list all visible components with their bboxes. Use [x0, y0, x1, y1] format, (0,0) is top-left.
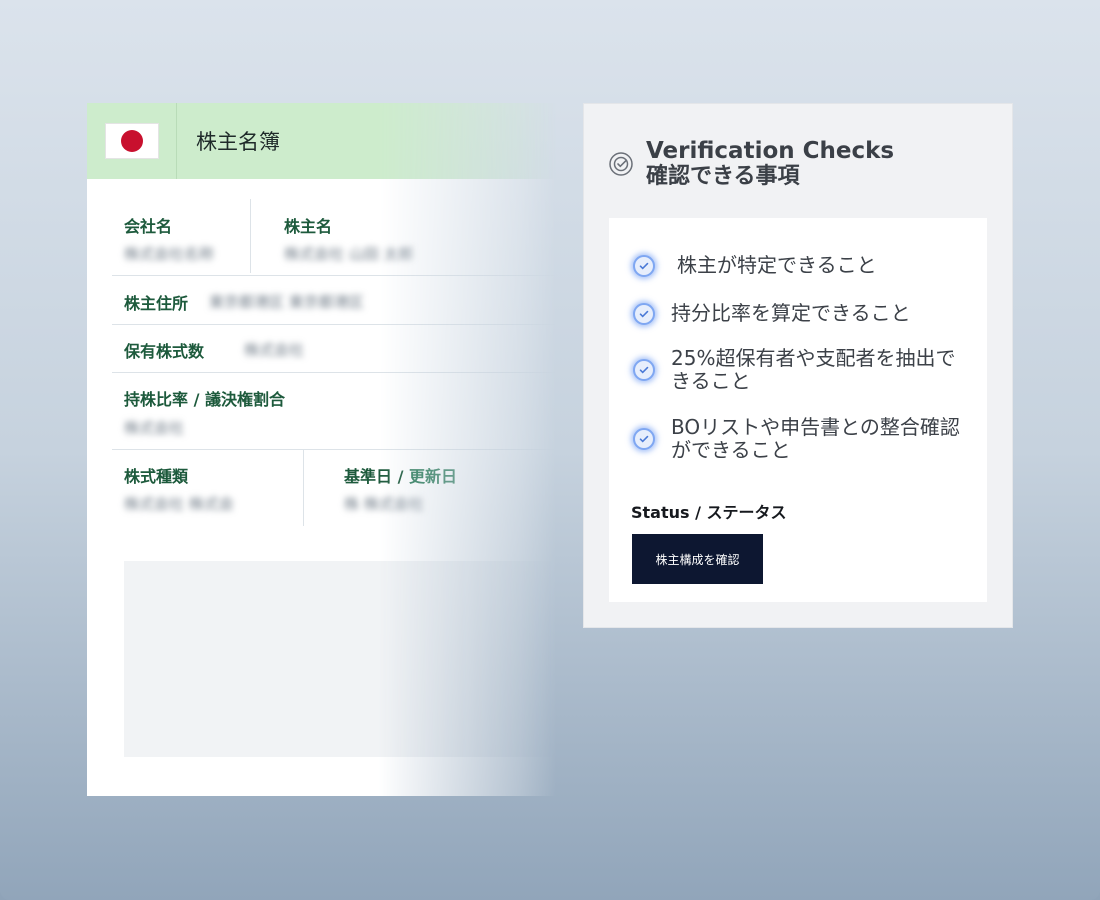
shares-held-value: 株式会社: [244, 341, 305, 359]
row-separator: [112, 275, 557, 276]
shareholder-address-label: 株主住所: [124, 294, 189, 313]
check-circle-icon: [633, 302, 655, 325]
share-type-label: 株式種類: [124, 467, 189, 486]
check-item-label: 株主が特定できること: [677, 253, 877, 277]
verification-panel: Verification Checks 確認できる事項 株主が特定できること 持…: [583, 103, 1013, 628]
check-item: 25%超保有者や支配者を抽出できること: [633, 347, 961, 393]
row-separator: [112, 372, 557, 373]
flag-cell: [87, 103, 177, 179]
company-name-label: 会社名: [124, 217, 173, 236]
check-circle-icon: [633, 428, 655, 450]
check-item: 持分比率を算定できること: [633, 302, 961, 325]
check-item-label: BOリストや申告書との整合確認ができること: [671, 415, 960, 462]
row-separator: [112, 449, 557, 450]
check-circle-icon: [633, 359, 655, 381]
shareholder-registry-card: 株主名簿 会社名 株式会社名称 株主名 株式会社 山田 太郎 株主住所 東京都港…: [87, 103, 557, 796]
status-label: Status / ステータス: [631, 503, 787, 522]
verification-content: 株主が特定できること 持分比率を算定できること 25%超保有者や支配者を抽出でき…: [609, 218, 987, 602]
check-item-label: 持分比率を算定できること: [671, 301, 911, 325]
shareholder-name-value: 株式会社 山田 太郎: [284, 245, 414, 263]
confirm-shareholder-structure-button[interactable]: 株主構成を確認: [632, 534, 763, 584]
shareholder-address-value: 東京都港区 東京都港区: [209, 293, 364, 311]
row-separator: [112, 324, 557, 325]
check-circle-icon: [633, 254, 655, 277]
check-item-label: 25%超保有者や支配者を抽出できること: [671, 346, 956, 393]
base-date-label-text: 基準日 /: [344, 467, 404, 486]
base-date-value: 株 株式会社: [344, 495, 424, 513]
check-item: BOリストや申告書との整合確認ができること: [633, 416, 961, 462]
registry-title: 株主名簿: [196, 130, 280, 154]
row5-divider: [303, 450, 304, 526]
background-stage: 株主名簿 会社名 株式会社名称 株主名 株式会社 山田 太郎 株主住所 東京都港…: [0, 0, 1100, 900]
shareholder-name-label: 株主名: [284, 217, 333, 236]
ownership-ratio-value: 株式会社: [124, 419, 185, 437]
update-date-label-text: 更新日: [409, 467, 458, 486]
radar-check-icon: [609, 152, 633, 176]
verification-title-ja: 確認できる事項: [646, 164, 800, 189]
check-item: 株主が特定できること: [633, 254, 967, 277]
company-name-value: 株式会社名称: [124, 245, 215, 263]
ownership-ratio-label: 持株比率 / 議決権割合: [124, 390, 285, 409]
verification-header: Verification Checks 確認できる事項: [608, 138, 894, 190]
japan-flag-icon: [105, 124, 158, 158]
share-type-value: 株式会社 株式会: [124, 495, 234, 513]
document-preview-area: [124, 561, 557, 757]
registry-header: 株主名簿: [87, 103, 557, 179]
row1-divider: [250, 199, 251, 273]
shares-held-label: 保有株式数: [124, 342, 205, 361]
verification-title-group: Verification Checks 確認できる事項: [646, 138, 894, 190]
base-date-label: 基準日 / 更新日: [344, 463, 457, 487]
verification-title-en: Verification Checks: [646, 138, 895, 164]
